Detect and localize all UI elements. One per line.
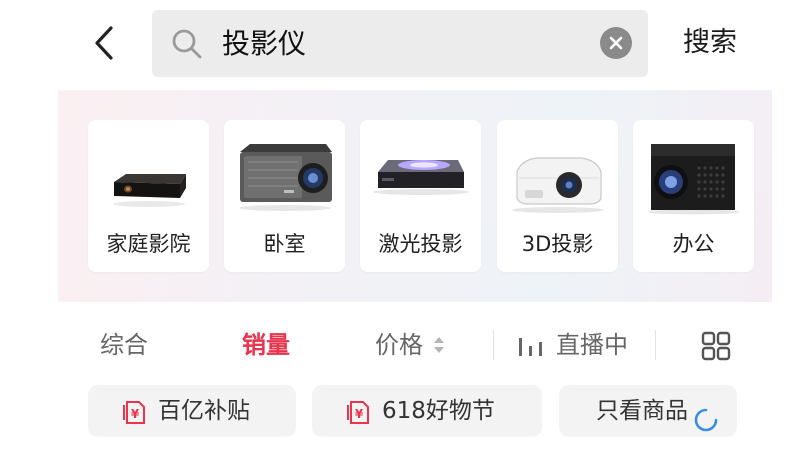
laser-projector-image [373,160,469,195]
category-label: 家庭影院 [106,232,191,256]
divider [655,330,656,360]
category-card-3d[interactable]: 3D投影 [497,120,618,272]
tab-live[interactable]: 直播中 [556,322,628,368]
sort-arrows-icon [434,337,444,353]
loading-spinner-icon [694,408,718,432]
svg-text:¥: ¥ [355,407,364,421]
back-button[interactable] [82,20,126,66]
svg-text:¥: ¥ [131,407,140,421]
chip-label: 只看商品 [596,398,688,424]
grid-view-icon[interactable] [700,330,732,362]
3d-projector-image [512,157,604,213]
chip-subsidy[interactable]: ¥ 百亿补贴 [88,385,296,437]
mini-projector-image [113,174,186,207]
search-query: 投影仪 [222,27,307,60]
clear-search-button[interactable] [600,27,632,59]
tab-price[interactable]: 价格 [375,322,423,368]
subsidy-icon: ¥ [347,401,369,424]
portable-projector-image [239,144,332,211]
category-card-home-theater[interactable]: 家庭影院 [88,120,209,272]
divider [493,330,494,360]
category-card-office[interactable]: 办公 [633,120,754,272]
live-bars-icon [519,338,542,356]
tab-sales[interactable]: 销量 [242,322,290,368]
category-label: 卧室 [263,232,306,256]
category-label: 办公 [672,232,715,256]
search-input[interactable]: 投影仪 [152,10,648,77]
tab-comprehensive[interactable]: 综合 [100,322,148,368]
category-card-bedroom[interactable]: 卧室 [224,120,345,272]
category-card-laser[interactable]: 激光投影 [360,120,481,272]
search-icon [172,29,202,59]
office-projector-image [648,144,740,215]
search-button[interactable]: 搜索 [672,18,748,68]
chip-618-festival[interactable]: ¥ 618好物节 [312,385,542,437]
close-icon [609,36,623,50]
category-label: 激光投影 [378,232,463,256]
chip-label: 618好物节 [382,398,495,424]
category-label: 3D投影 [521,232,594,256]
subsidy-icon: ¥ [123,401,145,424]
chip-label: 百亿补贴 [158,398,250,424]
chevron-left-icon [95,26,113,60]
